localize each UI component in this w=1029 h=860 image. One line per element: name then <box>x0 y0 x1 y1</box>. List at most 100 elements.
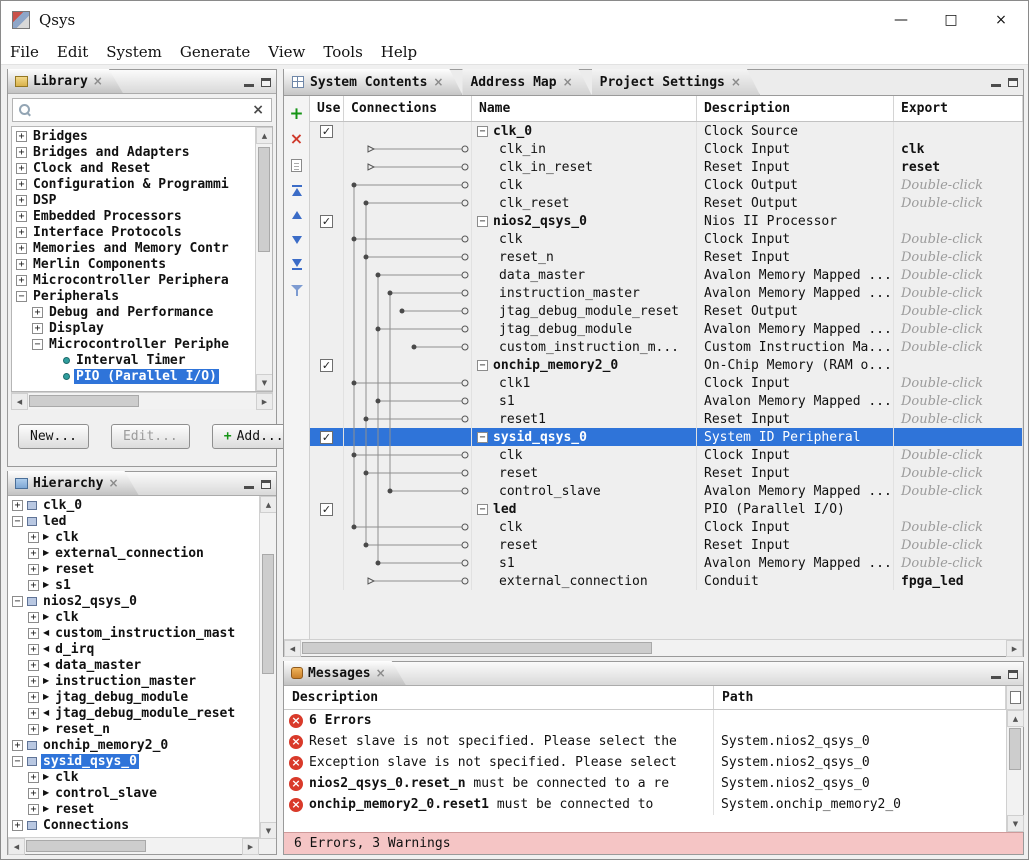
minimize-panel-icon[interactable] <box>244 84 254 87</box>
scroll-left-button[interactable] <box>8 838 25 855</box>
tab-project-settings[interactable]: Project Settings <box>592 69 760 95</box>
column-header-export[interactable]: Export <box>894 96 1023 121</box>
float-panel-icon[interactable] <box>261 78 271 87</box>
port-row-reset1[interactable]: reset1Reset InputDouble-click <box>310 410 1023 428</box>
collapse-icon[interactable]: − <box>32 339 43 350</box>
float-panel-icon[interactable] <box>1008 670 1018 679</box>
use-checkbox[interactable] <box>320 359 333 372</box>
hierarchy-item-sysid-qsys-0[interactable]: −sysid_qsys_0 <box>8 753 259 769</box>
port-row-jtag-debug-module-reset[interactable]: jtag_debug_module_resetReset OutputDoubl… <box>310 302 1023 320</box>
scroll-up-button[interactable] <box>1007 710 1024 727</box>
minimize-panel-icon[interactable] <box>244 486 254 489</box>
hierarchy-item-reset[interactable]: +▶reset <box>8 801 259 817</box>
port-row-clk-in-reset[interactable]: clk_in_resetReset Inputreset <box>310 158 1023 176</box>
expand-icon[interactable]: + <box>16 147 27 158</box>
hierarchy-item-onchip-memory2-0[interactable]: +onchip_memory2_0 <box>8 737 259 753</box>
export-value[interactable]: Double-click <box>901 286 983 301</box>
collapse-icon[interactable]: − <box>477 432 488 443</box>
hierarchy-item-reset-n[interactable]: +▶reset_n <box>8 721 259 737</box>
tab-system-contents[interactable]: System Contents <box>284 69 462 95</box>
scroll-down-button[interactable] <box>260 822 276 839</box>
export-value[interactable]: Double-click <box>901 466 983 481</box>
scroll-thumb[interactable] <box>302 642 652 654</box>
scroll-left-button[interactable] <box>284 640 301 657</box>
expand-icon[interactable]: + <box>28 628 39 639</box>
expand-icon[interactable]: + <box>16 211 27 222</box>
expand-icon[interactable]: + <box>12 820 23 831</box>
export-value[interactable]: Double-click <box>901 178 983 193</box>
column-header-description[interactable]: Description <box>284 686 714 709</box>
library-item-embedded-processors[interactable]: +Embedded Processors <box>12 208 255 224</box>
column-header-connections[interactable]: Connections <box>344 96 472 121</box>
hierarchy-item-instruction-master[interactable]: +▶instruction_master <box>8 673 259 689</box>
hierarchy-tab[interactable]: Hierarchy <box>8 471 139 495</box>
hierarchy-item-external-connection[interactable]: +▶external_connection <box>8 545 259 561</box>
use-checkbox[interactable] <box>320 503 333 516</box>
component-row-sysid-qsys-0[interactable]: −sysid_qsys_0System ID Peripheral <box>310 428 1023 446</box>
library-item-pio-parallel-i-o[interactable]: PIO (Parallel I/O) <box>12 368 255 384</box>
close-tab-icon[interactable] <box>376 666 386 681</box>
library-item-display[interactable]: +Display <box>12 320 255 336</box>
port-row-clk[interactable]: clkClock InputDouble-click <box>310 230 1023 248</box>
menu-generate[interactable]: Generate <box>171 39 259 64</box>
scroll-right-button[interactable] <box>1006 640 1023 657</box>
hierarchy-item-data-master[interactable]: +◀data_master <box>8 657 259 673</box>
expand-icon[interactable]: + <box>12 500 23 511</box>
port-row-reset[interactable]: resetReset InputDouble-click <box>310 464 1023 482</box>
port-row-s1[interactable]: s1Avalon Memory Mapped ...Double-click <box>310 392 1023 410</box>
expand-icon[interactable]: + <box>16 243 27 254</box>
expand-icon[interactable]: + <box>28 532 39 543</box>
port-row-control-slave[interactable]: control_slaveAvalon Memory Mapped ...Dou… <box>310 482 1023 500</box>
expand-icon[interactable]: + <box>16 179 27 190</box>
expand-icon[interactable]: + <box>16 275 27 286</box>
port-row-clk-in[interactable]: clk_inClock Inputclk <box>310 140 1023 158</box>
edit-button[interactable]: Edit... <box>111 424 190 449</box>
collapse-icon[interactable]: − <box>477 360 488 371</box>
close-tab-icon[interactable] <box>731 75 741 90</box>
menu-tools[interactable]: Tools <box>314 39 371 64</box>
toolbar-filter-button[interactable] <box>287 281 307 299</box>
column-header-description[interactable]: Description <box>697 96 894 121</box>
column-header-name[interactable]: Name <box>472 96 697 121</box>
close-tab-icon[interactable] <box>108 476 118 491</box>
float-panel-icon[interactable] <box>261 480 271 489</box>
collapse-icon[interactable]: − <box>477 126 488 137</box>
collapse-icon[interactable]: − <box>477 216 488 227</box>
component-row-onchip-memory2-0[interactable]: −onchip_memory2_0On-Chip Memory (RAM o..… <box>310 356 1023 374</box>
toolbar-edit-button[interactable] <box>287 156 307 174</box>
library-item-dsp[interactable]: +DSP <box>12 192 255 208</box>
library-item-configuration-programmi[interactable]: +Configuration & Programmi <box>12 176 255 192</box>
expand-icon[interactable]: + <box>28 612 39 623</box>
toolbar-move-up-button[interactable] <box>287 206 307 224</box>
library-vertical-scrollbar[interactable] <box>255 127 272 391</box>
export-value[interactable]: Double-click <box>901 556 983 571</box>
close-tab-icon[interactable] <box>563 75 573 90</box>
close-tab-icon[interactable] <box>93 74 103 89</box>
collapse-icon[interactable]: − <box>12 756 23 767</box>
collapse-icon[interactable]: − <box>477 504 488 515</box>
library-item-microcontroller-periphera[interactable]: +Microcontroller Periphera <box>12 272 255 288</box>
menu-file[interactable]: File <box>1 39 48 64</box>
hierarchy-item-control-slave[interactable]: +▶control_slave <box>8 785 259 801</box>
export-value[interactable]: Double-click <box>901 322 983 337</box>
hierarchy-item-reset[interactable]: +▶reset <box>8 561 259 577</box>
port-row-instruction-master[interactable]: instruction_masterAvalon Memory Mapped .… <box>310 284 1023 302</box>
export-value[interactable]: Double-click <box>901 232 983 247</box>
expand-icon[interactable]: + <box>28 580 39 591</box>
library-horizontal-scrollbar[interactable] <box>11 392 273 409</box>
expand-icon[interactable]: + <box>28 772 39 783</box>
port-row-clk[interactable]: clkClock OutputDouble-click <box>310 176 1023 194</box>
expand-icon[interactable]: + <box>16 131 27 142</box>
hierarchy-item-custom-instruction-mast[interactable]: +◀custom_instruction_mast <box>8 625 259 641</box>
export-value[interactable]: Double-click <box>901 196 983 211</box>
port-row-reset[interactable]: resetReset InputDouble-click <box>310 536 1023 554</box>
export-value[interactable]: Double-click <box>901 394 983 409</box>
export-value[interactable]: Double-click <box>901 268 983 283</box>
toolbar-move-bottom-button[interactable] <box>287 256 307 274</box>
collapse-icon[interactable]: − <box>12 516 23 527</box>
scroll-down-button[interactable] <box>256 374 273 391</box>
port-row-external-connection[interactable]: external_connectionConduitfpga_led <box>310 572 1023 590</box>
export-value[interactable]: clk <box>901 142 924 157</box>
scroll-thumb[interactable] <box>29 395 139 407</box>
library-item-merlin-components[interactable]: +Merlin Components <box>12 256 255 272</box>
